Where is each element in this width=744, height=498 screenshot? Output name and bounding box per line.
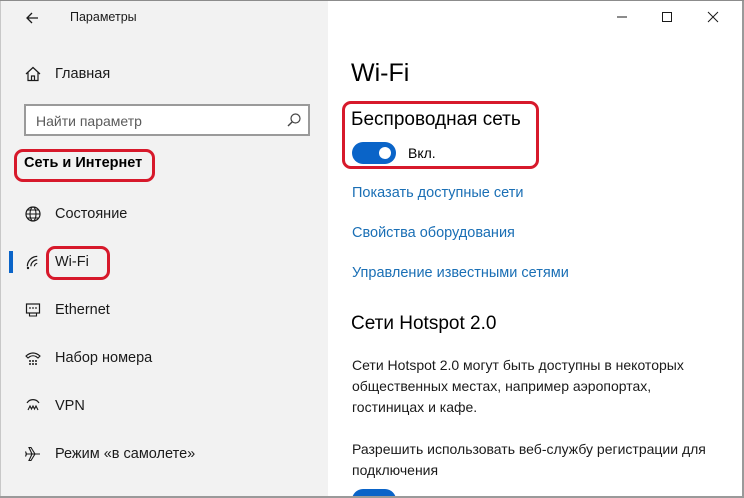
dialup-icon	[25, 352, 41, 365]
sidebar: Параметры Главная Сеть и Интернет Состоя…	[0, 1, 328, 498]
home-icon	[25, 66, 41, 82]
sidebar-item-label: Состояние	[55, 206, 128, 222]
close-icon	[707, 11, 719, 23]
sidebar-item-label: VPN	[55, 398, 85, 414]
minimize-icon	[617, 16, 627, 18]
vpn-icon	[26, 399, 40, 411]
highlight-section	[14, 149, 155, 182]
sidebar-item-label: Ethernet	[55, 302, 110, 318]
globe-icon	[25, 206, 41, 222]
back-arrow-icon	[26, 12, 38, 24]
maximize-icon	[662, 12, 672, 22]
page-title: Wi-Fi	[351, 59, 410, 87]
airplane-icon	[24, 446, 40, 462]
minimize-button[interactable]	[610, 5, 634, 29]
sidebar-item-vpn[interactable]: VPN	[0, 386, 328, 426]
hardware-properties-link[interactable]: Свойства оборудования	[352, 225, 515, 241]
app-title: Параметры	[70, 10, 137, 24]
sidebar-item-label: Набор номера	[55, 350, 153, 366]
maximize-button[interactable]	[655, 5, 679, 29]
sidebar-item-airplane[interactable]: Режим «в самолете»	[0, 434, 328, 474]
sidebar-item-label: Режим «в самолете»	[55, 446, 196, 462]
sidebar-item-home[interactable]: Главная	[0, 54, 328, 94]
highlight-wireless	[342, 101, 539, 169]
wifi-icon	[26, 255, 38, 270]
sidebar-item-status[interactable]: Состояние	[0, 194, 328, 234]
search-box[interactable]	[24, 104, 310, 136]
sidebar-item-ethernet[interactable]: Ethernet	[0, 290, 328, 330]
settings-window: Параметры Главная Сеть и Интернет Состоя…	[0, 0, 744, 498]
search-icon[interactable]	[286, 112, 302, 128]
ethernet-icon	[25, 303, 41, 317]
manage-known-networks-link[interactable]: Управление известными сетями	[352, 265, 569, 281]
show-networks-link[interactable]: Показать доступные сети	[352, 185, 523, 201]
highlight-wifi	[46, 246, 110, 280]
search-input[interactable]	[34, 111, 288, 131]
window-border-left	[0, 1, 1, 498]
sidebar-item-label: Главная	[55, 66, 111, 82]
back-button[interactable]	[22, 7, 44, 29]
registration-description: Разрешить использовать веб-службу регист…	[352, 441, 706, 478]
close-button[interactable]	[701, 5, 725, 29]
hotspot-description: Сети Hotspot 2.0 могут быть доступны в н…	[352, 357, 684, 415]
sidebar-item-dialup[interactable]: Набор номера	[0, 338, 328, 378]
hotspot-title: Сети Hotspot 2.0	[351, 313, 497, 334]
